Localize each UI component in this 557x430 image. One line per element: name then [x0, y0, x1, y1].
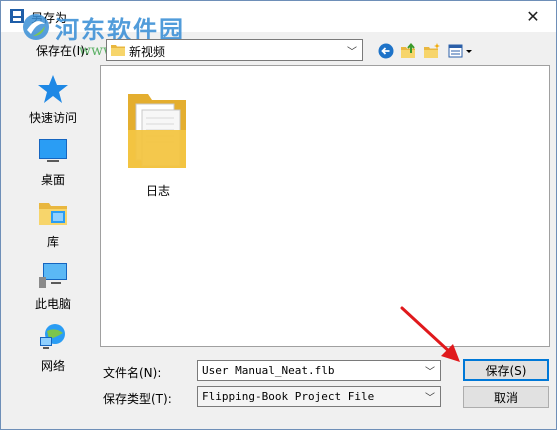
- view-menu-icon: [448, 44, 472, 58]
- filename-value: User Manual_Neat.flb: [202, 364, 335, 377]
- up-folder-button[interactable]: [399, 41, 419, 61]
- folder-icon: [111, 45, 125, 56]
- location-dropdown[interactable]: 新视频 ﹀: [106, 39, 363, 61]
- new-folder-icon: [424, 43, 440, 58]
- cancel-button[interactable]: 取消: [463, 386, 549, 408]
- window-title: 另存为: [31, 11, 68, 25]
- place-label: 库: [46, 235, 59, 249]
- place-label: 网络: [40, 359, 65, 373]
- filetype-label: 保存类型(T):: [103, 392, 172, 406]
- place-desktop[interactable]: 桌面: [9, 135, 97, 193]
- place-label: 此电脑: [34, 297, 71, 311]
- star-icon: [38, 75, 68, 103]
- save-button-label: 保存(S): [485, 363, 527, 378]
- computer-icon: [39, 263, 67, 288]
- folder-item-label: 日志: [145, 184, 170, 198]
- close-icon: ✕: [526, 6, 540, 26]
- new-folder-button[interactable]: [422, 41, 442, 61]
- title-bar: 另存为 ✕: [1, 1, 556, 32]
- filetype-dropdown[interactable]: Flipping-Book Project File ﹀: [197, 386, 441, 407]
- place-network[interactable]: 网络: [9, 321, 97, 379]
- save-button[interactable]: 保存(S): [463, 359, 549, 381]
- filename-label: 文件名(N):: [103, 366, 162, 380]
- place-quick-access[interactable]: 快速访问: [9, 73, 97, 131]
- view-menu-button[interactable]: [447, 41, 475, 61]
- location-label: 保存在(I):: [36, 44, 89, 58]
- app-icon: [10, 9, 24, 23]
- close-button[interactable]: ✕: [510, 1, 556, 31]
- back-icon: [378, 43, 394, 59]
- location-value: 新视频: [129, 45, 166, 59]
- filetype-value: Flipping-Book Project File: [202, 390, 375, 403]
- chevron-down-icon: ﹀: [347, 46, 357, 58]
- place-label: 快速访问: [28, 111, 77, 125]
- chevron-down-icon: ﹀: [425, 393, 435, 404]
- file-list-pane[interactable]: 日志: [100, 65, 550, 347]
- back-button[interactable]: [376, 41, 396, 61]
- save-as-dialog: 另存为 ✕ 河东软件园 www.pc0359.cn 保存在(I): 新视频 ﹀: [0, 0, 557, 430]
- up-folder-icon: [401, 42, 415, 58]
- folder-icon: [128, 94, 186, 168]
- filename-input[interactable]: User Manual_Neat.flb ﹀: [197, 360, 441, 381]
- desktop-icon: [39, 139, 67, 162]
- network-icon: [40, 324, 65, 349]
- folder-item[interactable]: 日志: [115, 76, 201, 198]
- library-icon: [39, 203, 67, 225]
- chevron-down-icon[interactable]: ﹀: [422, 362, 438, 379]
- place-library[interactable]: 库: [9, 197, 97, 255]
- place-label: 桌面: [40, 173, 65, 187]
- cancel-button-label: 取消: [493, 390, 518, 405]
- place-this-pc[interactable]: 此电脑: [9, 259, 97, 317]
- places-bar: 快速访问 桌面 库 此电脑 网络: [9, 65, 97, 411]
